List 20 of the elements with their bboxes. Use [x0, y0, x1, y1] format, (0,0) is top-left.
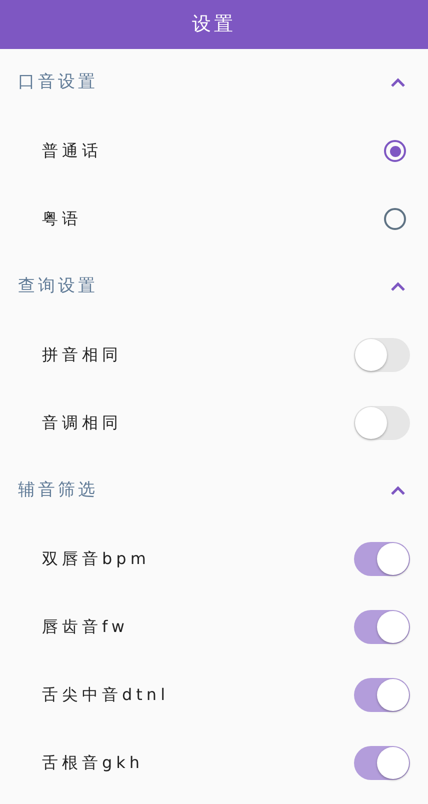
toggle-switch[interactable] — [354, 610, 410, 644]
section-header[interactable]: 口音设置 — [0, 49, 428, 117]
option-label: 双唇音bpm — [42, 548, 150, 570]
toggle-switch[interactable] — [354, 678, 410, 712]
radio-button[interactable] — [384, 208, 406, 230]
toggle-switch[interactable] — [354, 542, 410, 576]
option-label: 舌尖中音dtnl — [42, 684, 170, 706]
option-label: 音调相同 — [42, 412, 122, 434]
radio-button[interactable] — [384, 140, 406, 162]
option-label: 普通话 — [42, 140, 102, 162]
app-bar-title: 设置 — [192, 12, 236, 38]
option-label: 粤语 — [42, 208, 82, 230]
toggle-switch[interactable] — [354, 338, 410, 372]
toggle-switch[interactable] — [354, 746, 410, 780]
section-header[interactable]: 辅音筛选 — [0, 457, 428, 525]
option-label: 唇齿音fw — [42, 616, 128, 638]
section-header[interactable]: 查询设置 — [0, 253, 428, 321]
option-label: 拼音相同 — [42, 344, 122, 366]
toggle-switch[interactable] — [354, 406, 410, 440]
option-label: 舌根音gkh — [42, 752, 144, 774]
